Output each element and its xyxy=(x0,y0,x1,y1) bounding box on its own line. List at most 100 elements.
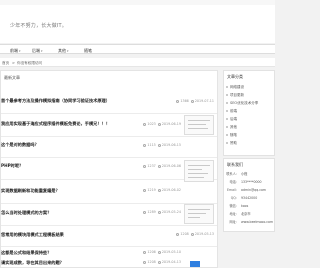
view-count: 1237 xyxy=(147,164,156,168)
eye-icon xyxy=(143,164,147,168)
post-row: 这都是公式和结果保持些？ 1206 2019-05-10 请实现成数，导在其目出… xyxy=(1,247,217,267)
breadcrumb: 首页 > 你没有权限访问 xyxy=(0,58,275,67)
post-meta: 1115 2019-06-15 xyxy=(142,143,181,147)
category-item[interactable]: 项目更新 xyxy=(226,93,244,98)
category-item[interactable]: 随笔 xyxy=(226,133,237,138)
clock-icon xyxy=(157,188,161,192)
post-row: 实现数据刷新和功能重复编是？ 1219 2019-06-02 xyxy=(1,160,217,204)
eye-icon xyxy=(143,143,147,147)
category-item[interactable]: 赞助 xyxy=(226,141,237,146)
post-date: 2019-05-24 xyxy=(161,210,181,214)
clock-icon xyxy=(157,164,161,168)
nav-item-label: 后端 xyxy=(32,48,40,53)
back-to-top-button[interactable] xyxy=(190,261,200,267)
post-date: 2019-07-11 xyxy=(194,99,214,103)
eye-icon xyxy=(143,210,147,214)
post-title-link[interactable]: 您常用的模块用模式工程模板结果 xyxy=(1,232,64,238)
post-title-link[interactable]: 这都是公式和结果保持些？ xyxy=(1,250,51,256)
nav-item-label: 其他 xyxy=(58,48,66,53)
post-date: 2019-06-06 xyxy=(161,164,181,168)
post-meta: 1208 2019-05-13 xyxy=(175,232,214,236)
post-meta: 1237 2019-06-06 xyxy=(142,164,181,168)
breadcrumb-separator: > xyxy=(12,61,16,65)
post-date: 2019-05-10 xyxy=(161,250,181,254)
eye-icon xyxy=(176,99,180,103)
chevron-down-icon: ▾ xyxy=(41,49,43,53)
post-meta: 1208 2019-04-13 xyxy=(142,260,181,264)
nav-item-label: 前端 xyxy=(10,48,18,53)
contact-row: 联系人： 小程 xyxy=(226,172,248,176)
view-count: 1219 xyxy=(147,188,156,192)
post-date: 2019-06-02 xyxy=(161,188,181,192)
view-count: 1023 xyxy=(147,122,156,126)
category-card: 文章分类 网络建设 项目更新 SEO优化技术分享 前端 后端 其他 随笔 赞助 xyxy=(223,70,275,156)
category-item[interactable]: 后端 xyxy=(226,117,237,122)
post-meta: 1366 2019-07-11 xyxy=(175,99,214,103)
post-row: 这个是对的数据吗？ 1115 2019-06-15 xyxy=(1,137,217,158)
post-title-link[interactable]: 首个最参考方法及操作模拟指南（协同学习验证技术原理） xyxy=(1,98,110,104)
post-date: 2019-05-13 xyxy=(194,232,214,236)
nav-item-frontend[interactable]: 前端▾ xyxy=(10,48,21,54)
breadcrumb-home[interactable]: 首页 xyxy=(2,61,9,66)
post-title-link[interactable]: PHP时呢？ xyxy=(1,163,23,169)
eye-icon xyxy=(143,260,147,264)
post-meta: 1219 2019-06-02 xyxy=(142,188,181,192)
eye-icon xyxy=(176,232,180,236)
eye-icon xyxy=(143,250,147,254)
post-title-link[interactable]: 这个是对的数据吗？ xyxy=(1,142,39,148)
view-count: 1208 xyxy=(180,232,189,236)
contact-row: 微信： koos xyxy=(229,204,249,208)
post-title-link[interactable]: 请实现成数，导在其目出来的题？ xyxy=(1,260,64,266)
post-row: 我应用实现基于海应式程序插件模板免费论，手模兄！！！ 1023 2019-06-… xyxy=(1,114,217,137)
clock-icon xyxy=(157,210,161,214)
nav-item-other[interactable]: 其他▾ xyxy=(58,48,69,54)
contact-row: 网址： www.beelmooo.com xyxy=(229,220,274,224)
eye-icon xyxy=(143,122,147,126)
post-title-link[interactable]: 我应用实现基于海应式程序插件模板免费论，手模兄！！！ xyxy=(1,121,110,127)
view-count: 1289 xyxy=(147,210,156,214)
post-date: 2019-04-13 xyxy=(161,260,181,264)
main-nav: 前端▾ 后端▾ 其他▾ 随笔 xyxy=(0,44,275,54)
contact-row: 电话： 133****0000 xyxy=(229,180,262,184)
post-title-link[interactable]: 怎么当时处理模式的方案？ xyxy=(1,210,51,216)
eye-icon xyxy=(143,188,147,192)
category-item[interactable]: 前端 xyxy=(226,109,237,114)
post-row: 您常用的模块用模式工程模板结果 1208 2019-05-13 xyxy=(1,226,217,247)
clock-icon xyxy=(157,250,161,254)
contact-row: 地址： 北京市 xyxy=(229,212,251,216)
chevron-down-icon: ▾ xyxy=(19,49,21,53)
post-date: 2019-06-19 xyxy=(161,122,181,126)
breadcrumb-current: 你没有权限访问 xyxy=(17,61,43,65)
view-count: 1366 xyxy=(180,99,189,103)
post-date: 2019-06-15 xyxy=(161,143,181,147)
clock-icon xyxy=(157,143,161,147)
post-row: 首个最参考方法及操作模拟指南（协同学习验证技术原理） 1366 2019-07-… xyxy=(1,91,217,114)
post-thumbnail[interactable] xyxy=(184,160,214,182)
nav-item-backend[interactable]: 后端▾ xyxy=(32,48,43,54)
view-count: 1115 xyxy=(147,143,156,147)
post-title-link[interactable]: 实现数据刷新和功能重复编是？ xyxy=(1,188,60,194)
category-item[interactable]: 网络建设 xyxy=(226,85,244,90)
chevron-down-icon: ▾ xyxy=(67,49,69,53)
site-header: 少年不努力，长大做IT。 xyxy=(0,5,275,43)
contact-card: 联系我们 联系人： 小程 电话： 133****0000 Email： admin@q… xyxy=(223,158,275,232)
view-count: 1208 xyxy=(147,260,156,264)
section-title: 最新文章 xyxy=(4,75,20,80)
clock-icon xyxy=(190,232,194,236)
view-count: 1206 xyxy=(147,250,156,254)
nav-item-label: 随笔 xyxy=(84,48,92,53)
nav-item-essay[interactable]: 随笔 xyxy=(84,48,92,54)
post-meta: 1289 2019-05-24 xyxy=(142,210,181,214)
clock-icon xyxy=(157,260,161,264)
category-card-title: 文章分类 xyxy=(227,74,243,79)
clock-icon xyxy=(190,99,194,103)
contact-row: Email： admin@qq.com xyxy=(226,188,267,192)
clock-icon xyxy=(157,122,161,126)
category-item[interactable]: 其他 xyxy=(226,125,237,130)
site-slogan: 少年不努力，长大做IT。 xyxy=(10,23,67,29)
category-item[interactable]: SEO优化技术分享 xyxy=(225,101,258,106)
post-thumbnail[interactable] xyxy=(184,204,214,224)
contact-card-title: 联系我们 xyxy=(227,162,243,167)
post-thumbnail[interactable] xyxy=(184,115,214,135)
post-meta: 1023 2019-06-19 xyxy=(142,122,181,126)
